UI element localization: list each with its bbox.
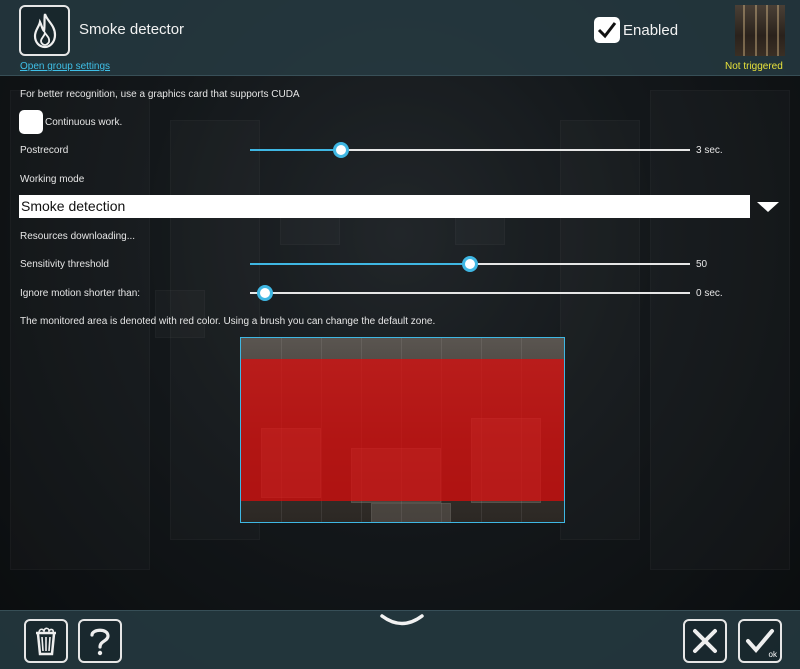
sensitivity-value: 50: [696, 259, 708, 270]
ignore-motion-slider-handle[interactable]: [257, 285, 273, 301]
flame-icon: [19, 5, 70, 56]
continuous-work-checkbox[interactable]: [19, 110, 43, 134]
working-mode-select[interactable]: Smoke detection: [19, 195, 750, 218]
ignore-motion-value: 0 sec.: [696, 288, 723, 299]
sensitivity-slider[interactable]: [250, 256, 690, 272]
ok-label: ok: [768, 650, 777, 659]
monitored-zone-overlay: [241, 359, 564, 501]
sensitivity-slider-fill: [250, 263, 470, 265]
working-mode-label: Working mode: [20, 174, 85, 185]
check-icon: [597, 22, 617, 39]
delete-button[interactable]: [24, 619, 68, 663]
help-button[interactable]: [78, 619, 122, 663]
postrecord-value: 3 sec.: [696, 145, 723, 156]
sensitivity-slider-handle[interactable]: [462, 256, 478, 272]
status-badge: Not triggered: [725, 61, 783, 72]
cancel-button[interactable]: [683, 619, 727, 663]
resources-status: Resources downloading...: [20, 231, 136, 242]
enabled-label: Enabled: [623, 22, 679, 39]
question-icon: [90, 628, 110, 656]
ok-button[interactable]: ok: [738, 619, 782, 663]
enabled-checkbox[interactable]: [594, 17, 620, 43]
chevron-down-icon[interactable]: [757, 202, 779, 212]
zone-editor-canvas[interactable]: [240, 337, 565, 523]
camera-thumbnail[interactable]: [735, 5, 785, 56]
page-title: Smoke detector: [79, 21, 185, 38]
postrecord-slider-handle[interactable]: [332, 142, 349, 158]
ignore-motion-slider[interactable]: [250, 285, 690, 301]
chevron-down-icon: [380, 614, 424, 626]
trash-icon: [36, 627, 56, 656]
continuous-work-label: Continuous work.: [45, 117, 123, 128]
ignore-motion-label: Ignore motion shorter than:: [20, 288, 141, 299]
open-group-settings-link[interactable]: Open group settings: [20, 61, 110, 72]
sensitivity-label: Sensitivity threshold: [20, 259, 109, 270]
postrecord-slider[interactable]: [250, 142, 690, 158]
cuda-hint: For better recognition, use a graphics c…: [20, 89, 300, 100]
collapse-button[interactable]: [378, 612, 426, 628]
zone-hint: The monitored area is denoted with red c…: [20, 316, 436, 327]
close-icon: [693, 629, 717, 653]
header: Smoke detector Open group settings Enabl…: [0, 0, 800, 76]
postrecord-label: Postrecord: [20, 145, 69, 156]
postrecord-slider-fill: [250, 149, 341, 151]
